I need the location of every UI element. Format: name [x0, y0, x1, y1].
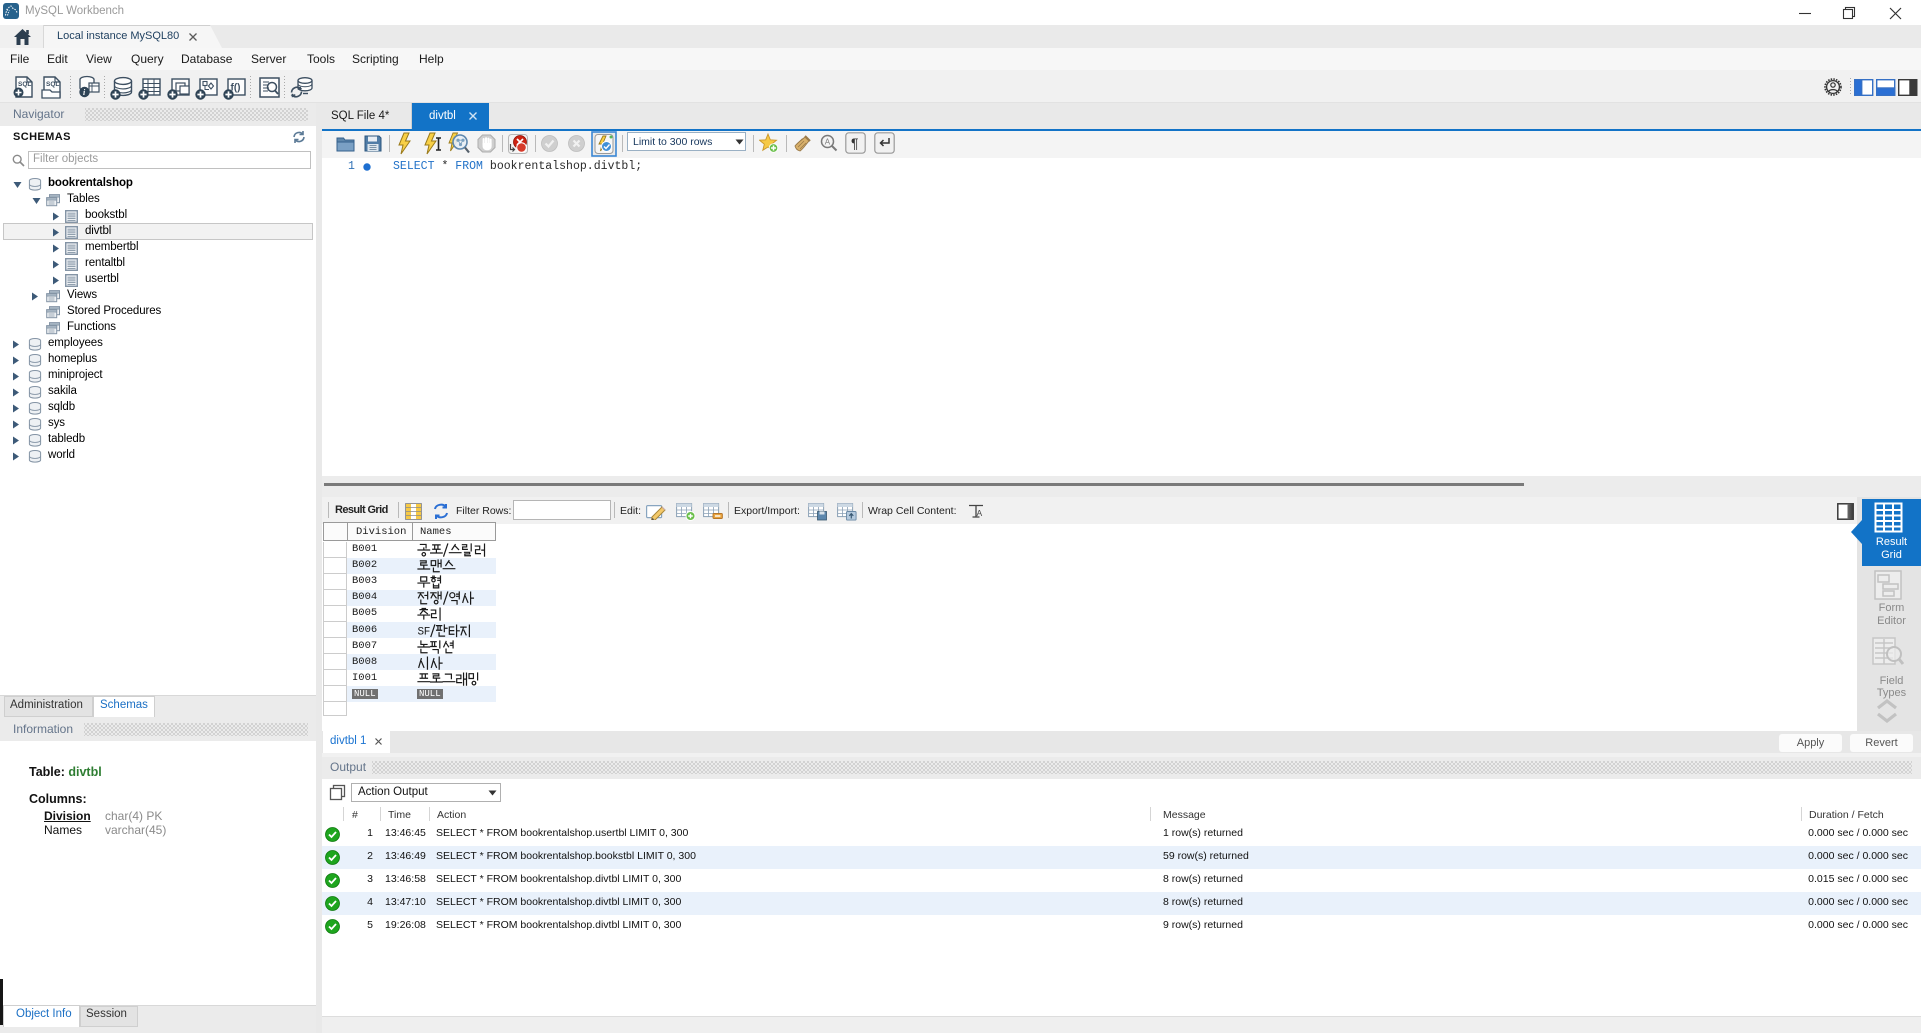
svg-text:F: F: [424, 626, 431, 638]
svg-text:A: A: [825, 138, 831, 147]
svg-text:SQL: SQL: [46, 81, 59, 88]
svg-text:A: A: [977, 508, 983, 518]
svg-text:SQL: SQL: [18, 81, 31, 88]
svg-text:¶: ¶: [851, 135, 859, 151]
